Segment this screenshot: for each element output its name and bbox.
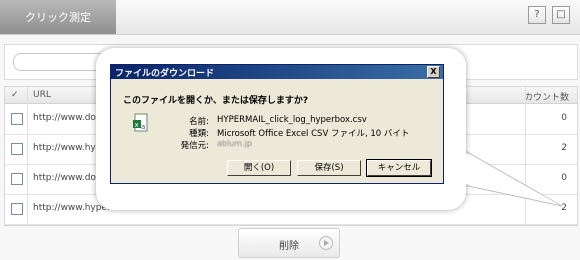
cancel-label: キャンセル [377,163,421,173]
type-label: 種類: [189,129,209,139]
open-label: 開く(O) [243,163,275,173]
app-window: クリック測定 ? □ ✓ URL カウント数 http://www.doma 0… [0,0,580,260]
row-count: 2 [561,143,567,153]
row-checkbox[interactable] [11,113,23,125]
dialog-title: ファイルのダウンロード [115,69,215,79]
delete-button[interactable]: 削除 [238,228,340,258]
row-checkbox[interactable] [11,173,23,185]
svg-text:x: x [135,121,139,129]
close-icon: X [430,67,437,76]
excel-file-icon: x a [133,113,148,132]
close-button[interactable]: X [427,66,440,78]
cancel-button[interactable]: キャンセル [366,159,432,177]
dialog-question: このファイルを開くか、または保存しますか? [123,96,309,106]
window-icon-glyph: □ [556,9,566,20]
dialog-titlebar: ファイルのダウンロード X [111,65,443,79]
svg-text:a: a [141,123,145,131]
header-count: カウント数 [523,93,569,103]
help-icon[interactable]: ? [528,6,546,24]
delete-label: 削除 [279,241,299,252]
open-button[interactable]: 開く(O) [227,160,291,176]
row-checkbox[interactable] [11,203,23,215]
row-count: 0 [561,173,567,183]
tab-click-measure[interactable]: クリック測定 [0,0,116,34]
row-checkbox[interactable] [11,143,23,155]
from-value: ablum.jp [217,139,252,148]
row-url: http://www.hyper [33,203,111,213]
save-button[interactable]: 保存(S) [297,160,361,176]
from-label: 発信元: [180,141,209,151]
name-value: HYPERMAIL_click_log_hyperbox.csv [217,115,367,125]
type-value: Microsoft Office Excel CSV ファイル, 10 バイト [217,129,410,139]
help-icon-glyph: ? [534,9,540,20]
header-check: ✓ [11,90,19,100]
name-label: 名前: [189,117,209,127]
tab-label: クリック測定 [25,11,91,24]
play-icon [319,236,333,250]
top-tab-bar: クリック測定 ? □ [0,0,580,35]
header-url: URL [33,90,51,100]
row-count: 2 [561,203,567,213]
save-label: 保存(S) [314,163,344,173]
download-dialog: ファイルのダウンロード X このファイルを開くか、または保存しますか? x a … [110,64,444,184]
window-icon[interactable]: □ [552,6,570,24]
row-count: 0 [561,113,567,123]
